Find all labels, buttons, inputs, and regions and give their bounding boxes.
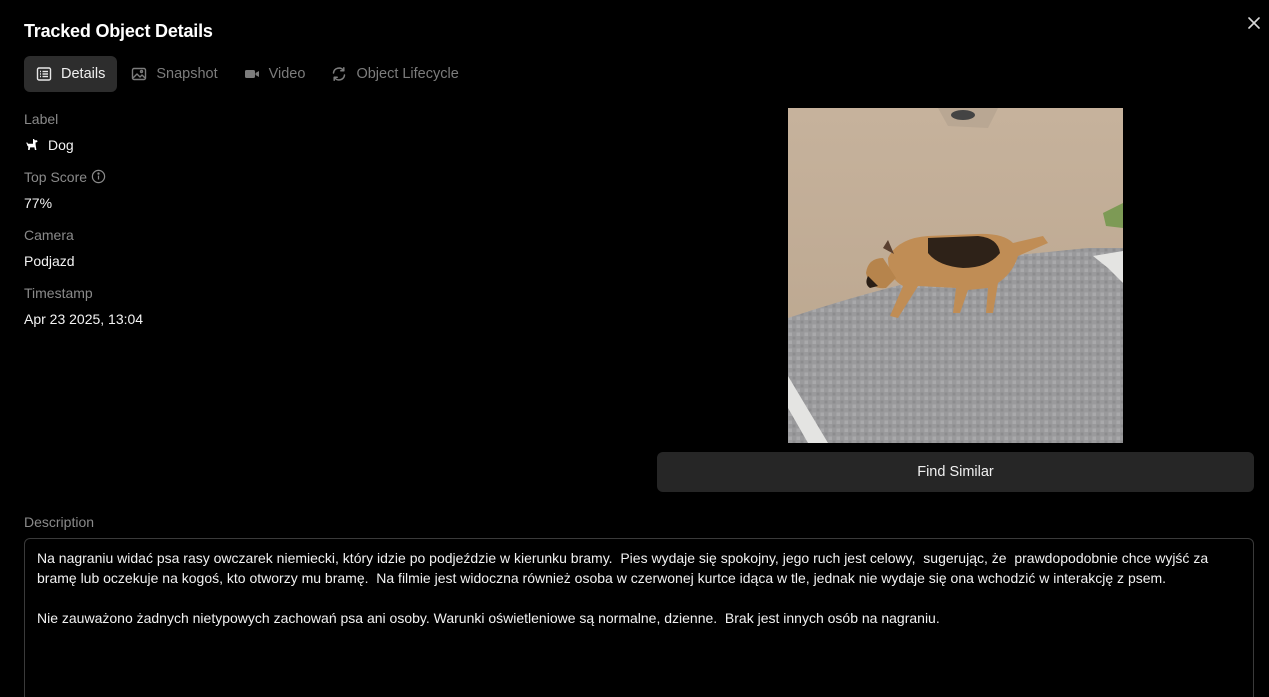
list-icon [36,67,52,81]
tab-details[interactable]: Details [24,56,118,92]
tab-bar: Details Snapshot Video Object Lifecycle [24,56,471,92]
find-similar-button[interactable]: Find Similar [657,452,1254,492]
timestamp-title: Timestamp [24,285,93,301]
tracked-object-dialog: Tracked Object Details Details Snapshot [0,0,1269,697]
dialog-title: Tracked Object Details [24,21,213,41]
timestamp-value: Apr 23 2025, 13:04 [24,311,144,327]
top-score-title-text: Top Score [24,169,88,185]
description-paragraph-1: Na nagraniu widać psa rasy owczarek niem… [37,550,1213,586]
image-icon [132,67,147,81]
tab-video[interactable]: Video [232,56,318,92]
object-snapshot-image [788,108,1123,443]
tab-video-label: Video [268,66,306,82]
camera-value: Podjazd [24,253,75,269]
tab-object-lifecycle[interactable]: Object Lifecycle [319,56,470,92]
label-field-value: Dog [24,137,74,153]
close-button[interactable] [1245,14,1263,32]
camera-title: Camera [24,227,74,243]
tab-details-label: Details [61,66,106,82]
dog-icon [26,139,38,150]
info-icon[interactable] [91,169,106,184]
top-score-title: Top Score [24,169,106,185]
video-icon [244,70,259,78]
description-title: Description [24,514,95,530]
tab-snapshot[interactable]: Snapshot [119,56,229,92]
label-value-text: Dog [48,137,74,153]
tab-object-lifecycle-label: Object Lifecycle [356,66,459,82]
description-textarea[interactable]: Na nagraniu widać psa rasy owczarek niem… [24,538,1254,697]
top-score-value: 77% [24,195,53,211]
tab-snapshot-label: Snapshot [156,66,218,82]
refresh-icon [333,67,346,81]
label-field-title: Label [24,111,59,127]
close-icon [1248,17,1260,29]
description-paragraph-2: Nie zauważono żadnych nietypowych zachow… [37,610,940,626]
